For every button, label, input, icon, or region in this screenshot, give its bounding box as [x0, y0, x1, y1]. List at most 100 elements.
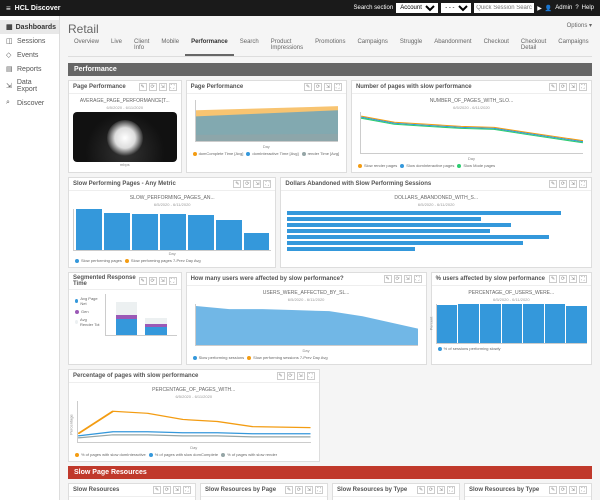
sidebar-item-events[interactable]: ◇Events [0, 48, 59, 62]
refresh-icon[interactable]: ⟳ [559, 180, 567, 188]
refresh-icon[interactable]: ⟳ [295, 486, 303, 494]
expand-icon[interactable]: ⛶ [579, 83, 587, 91]
export-icon[interactable]: ⇲ [253, 180, 261, 188]
quick-search-input[interactable] [474, 3, 534, 13]
discover-icon: ⌕ [6, 99, 14, 107]
help-label[interactable]: Help [582, 5, 594, 11]
tab-struggle[interactable]: Struggle [394, 36, 428, 56]
tab-mobile[interactable]: Mobile [155, 36, 185, 56]
edit-icon[interactable]: ✎ [549, 180, 557, 188]
edit-icon[interactable]: ✎ [417, 486, 425, 494]
refresh-icon[interactable]: ⟳ [394, 275, 402, 283]
expand-icon[interactable]: ⛶ [169, 277, 177, 285]
edit-icon[interactable]: ✎ [139, 277, 147, 285]
tab-promotions[interactable]: Promotions [309, 36, 351, 56]
export-icon[interactable]: ⇲ [305, 486, 313, 494]
refresh-icon[interactable]: ⟳ [149, 83, 157, 91]
edit-icon[interactable]: ✎ [549, 486, 557, 494]
edit-icon[interactable]: ✎ [549, 83, 557, 91]
edit-icon[interactable]: ✎ [277, 372, 285, 380]
panel-page-performance-chart: Page Performance✎⟳⇲⛶ Day domComplete Tim… [186, 80, 347, 173]
expand-icon[interactable]: ⛶ [447, 486, 455, 494]
refresh-icon[interactable]: ⟳ [559, 486, 567, 494]
export-icon[interactable]: ⇲ [569, 83, 577, 91]
sidebar-item-data-export[interactable]: ⇲Data Export [0, 76, 59, 96]
sidebar-item-reports[interactable]: ▤Reports [0, 62, 59, 76]
expand-icon[interactable]: ⛶ [307, 372, 315, 380]
export-icon[interactable]: ⇲ [324, 83, 332, 91]
export-icon[interactable]: ⇲ [159, 277, 167, 285]
refresh-icon[interactable]: ⟳ [149, 277, 157, 285]
menu-icon[interactable]: ≡ [6, 4, 11, 13]
tab-search[interactable]: Search [234, 36, 265, 56]
brand-logo: HCL Discover [15, 5, 61, 12]
panel-pct-pages-slow: Percentage of pages with slow performanc… [68, 369, 320, 462]
sidebar-item-discover[interactable]: ⌕Discover [0, 96, 59, 110]
content-area: Retail Options ▾ Overview Live Client In… [60, 16, 600, 500]
refresh-icon[interactable]: ⟳ [287, 372, 295, 380]
expand-icon[interactable]: ⛶ [579, 180, 587, 188]
export-icon[interactable]: ⇲ [569, 180, 577, 188]
edit-icon[interactable]: ✎ [549, 275, 557, 283]
account-dropdown[interactable]: Account [396, 3, 438, 13]
sidebar: ▦Dashboards ◫Sessions ◇Events ▤Reports ⇲… [0, 16, 60, 500]
export-icon[interactable]: ⇲ [404, 275, 412, 283]
edit-icon[interactable]: ✎ [384, 275, 392, 283]
edit-icon[interactable]: ✎ [233, 180, 241, 188]
expand-icon[interactable]: ⛶ [579, 275, 587, 283]
export-icon[interactable]: ⇲ [569, 486, 577, 494]
help-icon[interactable]: ? [575, 5, 578, 11]
sidebar-item-sessions[interactable]: ◫Sessions [0, 34, 59, 48]
tab-live[interactable]: Live [105, 36, 128, 56]
dash-dropdown[interactable]: - - - [441, 3, 471, 13]
export-icon[interactable]: ⇲ [159, 83, 167, 91]
tab-checkout-detail[interactable]: Checkout Detail [515, 36, 552, 56]
edit-icon[interactable]: ✎ [139, 83, 147, 91]
sidebar-item-dashboards[interactable]: ▦Dashboards [0, 20, 59, 34]
topbar: ≡ HCL Discover Search section Account - … [0, 0, 600, 16]
panel-users-affected: How many users were affected by slow per… [186, 272, 427, 365]
tab-errors[interactable]: Errors [595, 36, 600, 56]
expand-icon[interactable]: ⛶ [334, 83, 342, 91]
events-icon: ◇ [6, 51, 14, 59]
refresh-icon[interactable]: ⟳ [163, 486, 171, 494]
tab-campaigns[interactable]: Campaigns [351, 36, 393, 56]
tab-overview[interactable]: Overview [68, 36, 105, 56]
edit-icon[interactable]: ✎ [285, 486, 293, 494]
export-icon[interactable]: ⇲ [297, 372, 305, 380]
tab-campaigns-2[interactable]: Campaigns [552, 36, 594, 56]
options-link[interactable]: Options ▾ [567, 22, 592, 29]
tab-product-impressions[interactable]: Product Impressions [265, 36, 309, 56]
hbar-chart [285, 209, 587, 255]
refresh-icon[interactable]: ⟳ [559, 275, 567, 283]
expand-icon[interactable]: ⛶ [263, 180, 271, 188]
reports-icon: ▤ [6, 65, 14, 73]
panel-slow-resources-by-type-table: Slow Resources by Type✎⟳⇲⛶ Slow Resource… [464, 483, 592, 500]
export-icon[interactable]: ⇲ [437, 486, 445, 494]
expand-icon[interactable]: ⛶ [414, 275, 422, 283]
expand-icon[interactable]: ⛶ [315, 486, 323, 494]
export-icon[interactable]: ⇲ [173, 486, 181, 494]
refresh-icon[interactable]: ⟳ [559, 83, 567, 91]
export-icon[interactable]: ⇲ [569, 275, 577, 283]
expand-icon[interactable]: ⛶ [579, 486, 587, 494]
tabs: Overview Live Client Info Mobile Perform… [68, 36, 592, 57]
search-go-icon[interactable]: ▶ [537, 5, 542, 12]
section-performance-header: Performance [68, 63, 592, 76]
expand-icon[interactable]: ⛶ [169, 83, 177, 91]
expand-icon[interactable]: ⛶ [183, 486, 191, 494]
panel-dollars-abandoned: Dollars Abandoned with Slow Performing S… [280, 177, 592, 268]
edit-icon[interactable]: ✎ [304, 83, 312, 91]
line-chart [77, 401, 311, 443]
admin-icon[interactable]: 👤 [545, 5, 552, 12]
tab-client-info[interactable]: Client Info [128, 36, 155, 56]
edit-icon[interactable]: ✎ [153, 486, 161, 494]
refresh-icon[interactable]: ⟳ [427, 486, 435, 494]
sessions-icon: ◫ [6, 37, 14, 45]
admin-label[interactable]: Admin [555, 5, 572, 11]
tab-abandonment[interactable]: Abandonment [428, 36, 477, 56]
refresh-icon[interactable]: ⟳ [243, 180, 251, 188]
tab-checkout[interactable]: Checkout [478, 36, 515, 56]
tab-performance[interactable]: Performance [185, 36, 234, 56]
refresh-icon[interactable]: ⟳ [314, 83, 322, 91]
